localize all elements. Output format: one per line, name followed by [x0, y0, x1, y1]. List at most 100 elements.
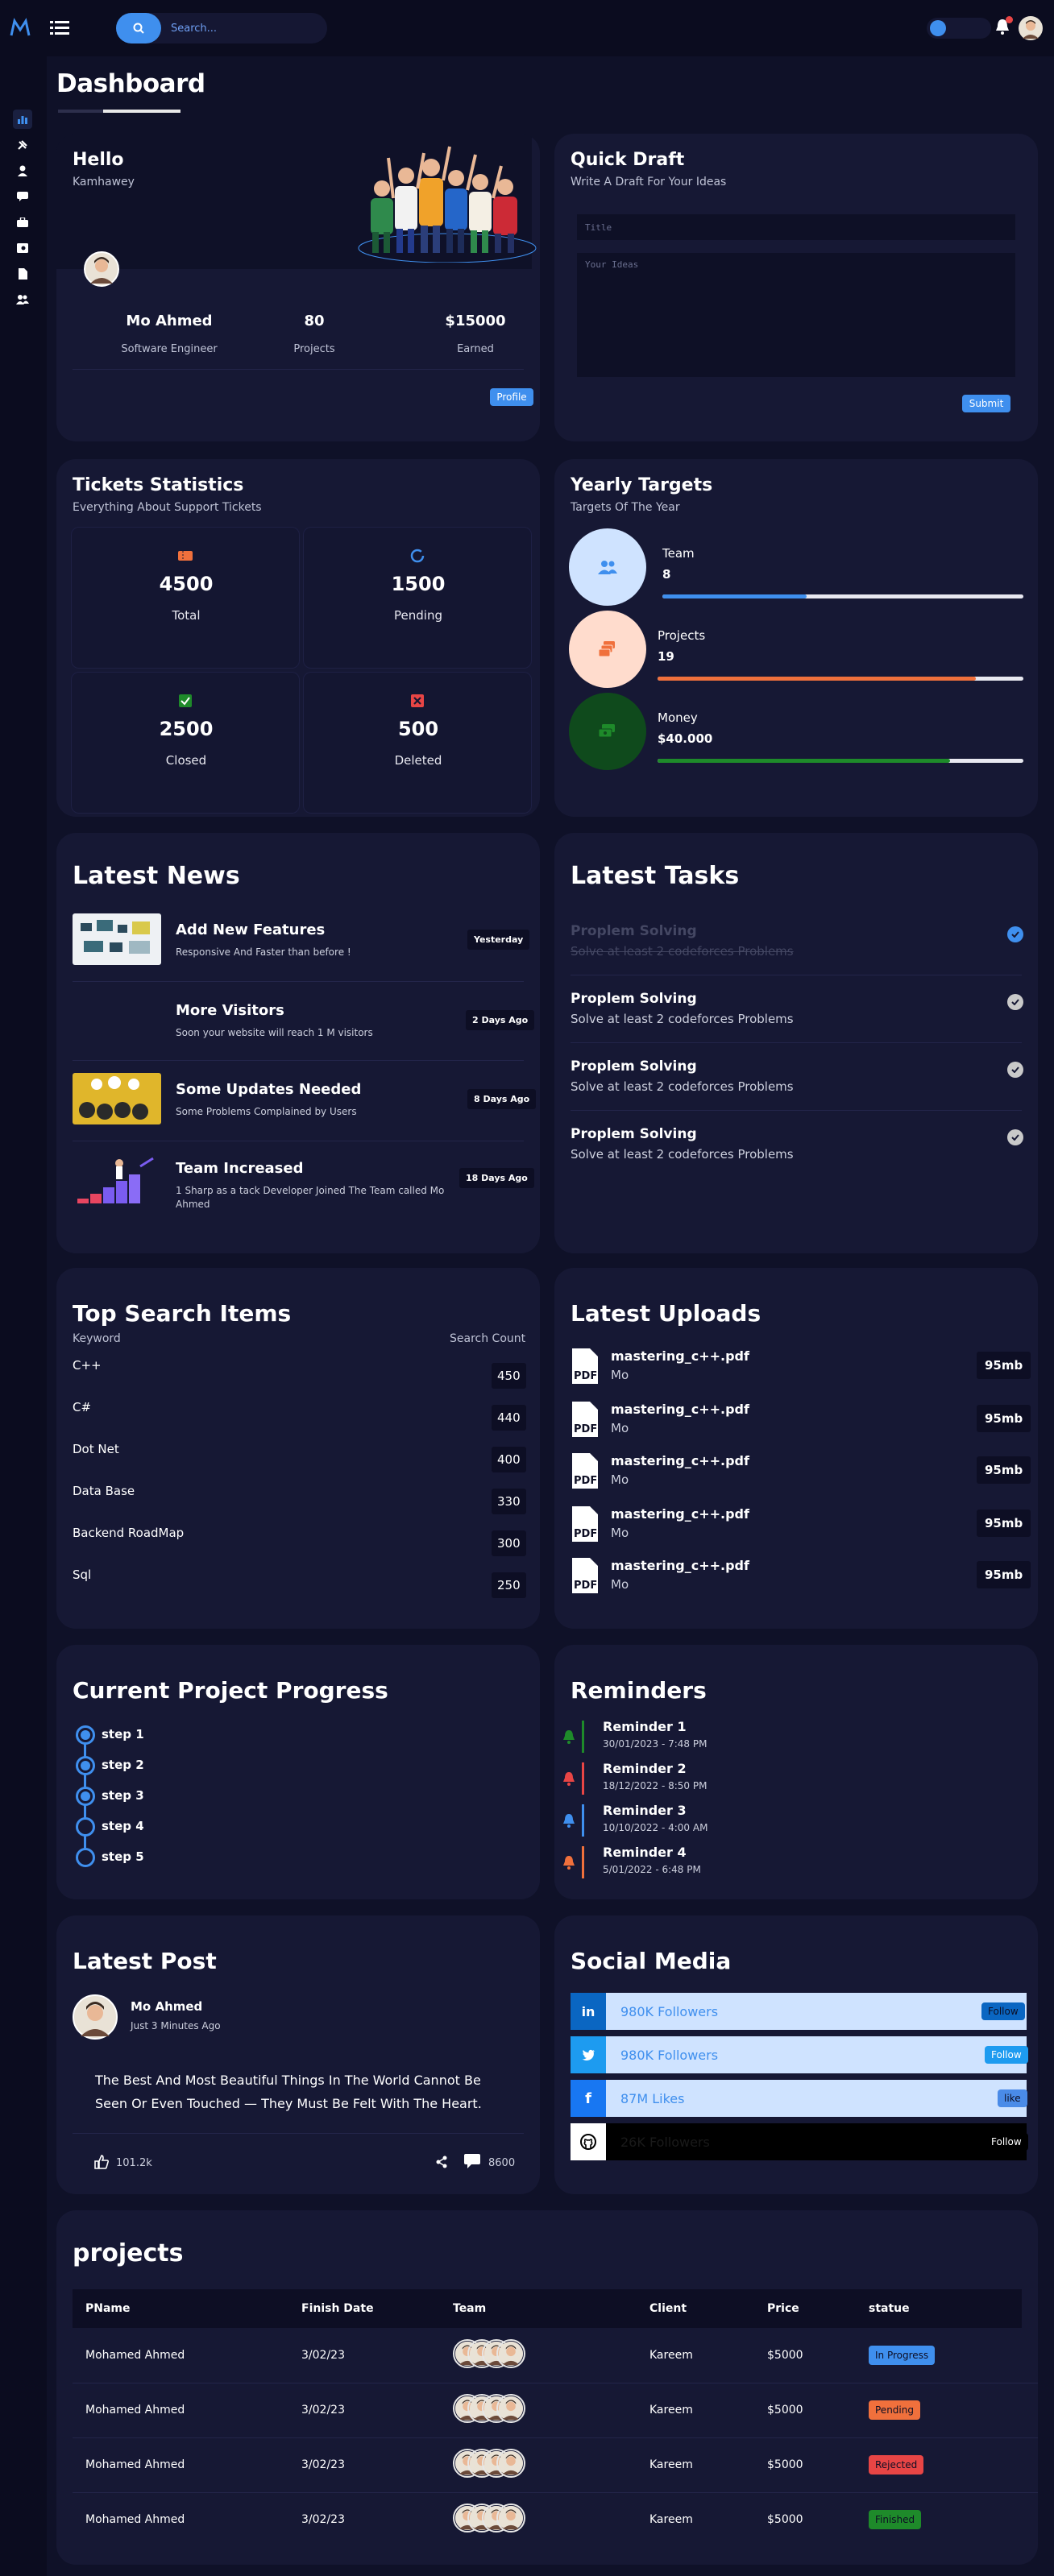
- upload-owner: Mo: [611, 1577, 629, 1592]
- linkedin-follow-button[interactable]: Follow: [981, 2002, 1025, 2020]
- ticket-total-box: 4500 Total: [71, 527, 300, 669]
- task-desc-done: Solve at least 2 codeforces Problems: [571, 944, 794, 959]
- tasks-title: Latest Tasks: [571, 862, 740, 890]
- upload-owner: Mo: [611, 1472, 629, 1487]
- upload-size: 95mb: [977, 1510, 1031, 1537]
- search-keyword: Sql: [73, 1568, 92, 1582]
- sidebar-item-friends[interactable]: [13, 290, 32, 309]
- profile-button[interactable]: Profile: [490, 388, 533, 406]
- task-check[interactable]: [1007, 1129, 1023, 1145]
- reminder-marker: [582, 1804, 584, 1837]
- reminder-date: 5/01/2022 - 6:48 PM: [603, 1864, 701, 1875]
- search-keyword: Dot Net: [73, 1442, 119, 1456]
- reminder-date: 30/01/2023 - 7:48 PM: [603, 1738, 708, 1750]
- twitter-follow-button[interactable]: Follow: [985, 2046, 1028, 2064]
- latest-uploads-card: Latest Uploads PDF mastering_c++.pdf Mo …: [554, 1268, 1038, 1629]
- share-icon[interactable]: [435, 2156, 448, 2168]
- team-target-value: 8: [662, 567, 671, 582]
- news-item-date: 18 Days Ago: [459, 1168, 534, 1188]
- briefcase-icon: [17, 217, 28, 227]
- team-target-name: Team: [662, 546, 695, 561]
- projects-table-header: PName Finish Date Team Client Price stat…: [73, 2289, 1022, 2328]
- draft-ideas-textarea[interactable]: [577, 253, 1015, 377]
- linkedin-row: in 980K Followers Follow: [571, 1993, 1027, 2030]
- like-icon[interactable]: [93, 2154, 110, 2170]
- task-title: Proplem Solving: [571, 1126, 697, 1142]
- projects-title: projects: [73, 2239, 184, 2267]
- github-mark: [580, 2134, 596, 2150]
- github-body: 26K Followers Follow: [606, 2123, 1028, 2160]
- facebook-glyph: f: [585, 2089, 591, 2107]
- ticket-pending-box: 1500 Pending: [303, 527, 532, 669]
- search-icon: [133, 23, 144, 34]
- upload-owner: Mo: [611, 1368, 629, 1382]
- post-comments: 8600: [488, 2157, 516, 2169]
- dark-mode-toggle[interactable]: [927, 18, 991, 39]
- social-media-card: Social Media in 980K Followers Follow ✦ …: [554, 1915, 1038, 2194]
- svg-text:PDF: PDF: [574, 1475, 597, 1487]
- task-check-done[interactable]: [1007, 926, 1023, 942]
- task-check[interactable]: [1007, 1062, 1023, 1078]
- search-keyword: C++: [73, 1358, 102, 1373]
- search-input[interactable]: [171, 20, 316, 36]
- divider: [571, 1042, 1022, 1043]
- sidebar-item-courses[interactable]: [13, 238, 32, 258]
- task-title: Proplem Solving: [571, 1058, 697, 1075]
- image-icon: [17, 243, 28, 253]
- sidebar-item-profile[interactable]: [13, 161, 32, 180]
- social-title: Social Media: [571, 1948, 732, 1974]
- logo-icon[interactable]: [10, 18, 31, 39]
- github-icon[interactable]: ●: [571, 2123, 606, 2160]
- linkedin-icon[interactable]: in: [571, 1993, 606, 2030]
- facebook-icon[interactable]: f: [571, 2080, 606, 2117]
- top-bar: [0, 0, 1054, 56]
- news-image-features: [73, 913, 161, 965]
- project-name: Mohamed Ahmed: [85, 2404, 185, 2417]
- project-finish-date: 3/02/23: [301, 2458, 345, 2471]
- upload-file-name[interactable]: mastering_c++.pdf: [611, 1402, 749, 1417]
- col-team: Team: [453, 2302, 487, 2315]
- sidebar-item-messages[interactable]: [13, 187, 32, 206]
- comment-icon[interactable]: [464, 2154, 480, 2168]
- project-status-badge: Pending: [869, 2400, 920, 2420]
- upload-file-name[interactable]: mastering_c++.pdf: [611, 1558, 749, 1573]
- project-client: Kareem: [649, 2349, 693, 2362]
- news-item-desc: Some Problems Complained by Users: [176, 1106, 357, 1117]
- sidebar-item-files[interactable]: [13, 264, 32, 284]
- tickets-card: Tickets Statistics Everything About Supp…: [56, 459, 540, 817]
- user-avatar[interactable]: [1019, 16, 1043, 40]
- money-target-icon: [569, 693, 646, 770]
- team-target-bar: [662, 594, 1023, 598]
- post-likes: 101.2k: [116, 2157, 152, 2169]
- upload-file-name[interactable]: mastering_c++.pdf: [611, 1348, 749, 1364]
- chat-icon: [17, 192, 28, 201]
- upload-size: 95mb: [977, 1405, 1031, 1432]
- sidebar-item-dashboard[interactable]: [13, 110, 32, 129]
- facebook-like-button[interactable]: like: [998, 2089, 1027, 2107]
- github-follow-button[interactable]: Follow: [985, 2133, 1028, 2151]
- draft-title-input[interactable]: [577, 214, 1015, 240]
- submit-button[interactable]: Submit: [962, 395, 1010, 412]
- upload-owner: Mo: [611, 1421, 629, 1435]
- upload-file-name[interactable]: mastering_c++.pdf: [611, 1453, 749, 1468]
- upload-file-name[interactable]: mastering_c++.pdf: [611, 1506, 749, 1522]
- earned-label: Earned: [457, 343, 494, 355]
- upload-size: 95mb: [977, 1456, 1031, 1484]
- latest-tasks-card: Latest Tasks Proplem Solving Solve at le…: [554, 833, 1038, 1253]
- reminders-title: Reminders: [571, 1677, 707, 1704]
- sidebar-item-projects[interactable]: [13, 213, 32, 232]
- twitter-icon[interactable]: ✦: [571, 2036, 606, 2073]
- project-price: $5000: [767, 2404, 803, 2417]
- user-role: Software Engineer: [121, 343, 218, 355]
- search-button[interactable]: [116, 13, 161, 43]
- uploads-title: Latest Uploads: [571, 1300, 761, 1327]
- team-target-fill: [662, 594, 807, 598]
- money-target-name: Money: [658, 710, 698, 725]
- targets-title: Yearly Targets: [571, 475, 713, 495]
- sidebar-item-settings[interactable]: [13, 135, 32, 155]
- task-check[interactable]: [1007, 994, 1023, 1010]
- tickets-title: Tickets Statistics: [73, 475, 244, 495]
- menu-icon[interactable]: [50, 19, 69, 35]
- linkedin-body: 980K Followers Follow: [606, 1993, 1027, 2030]
- project-client: Kareem: [649, 2513, 693, 2526]
